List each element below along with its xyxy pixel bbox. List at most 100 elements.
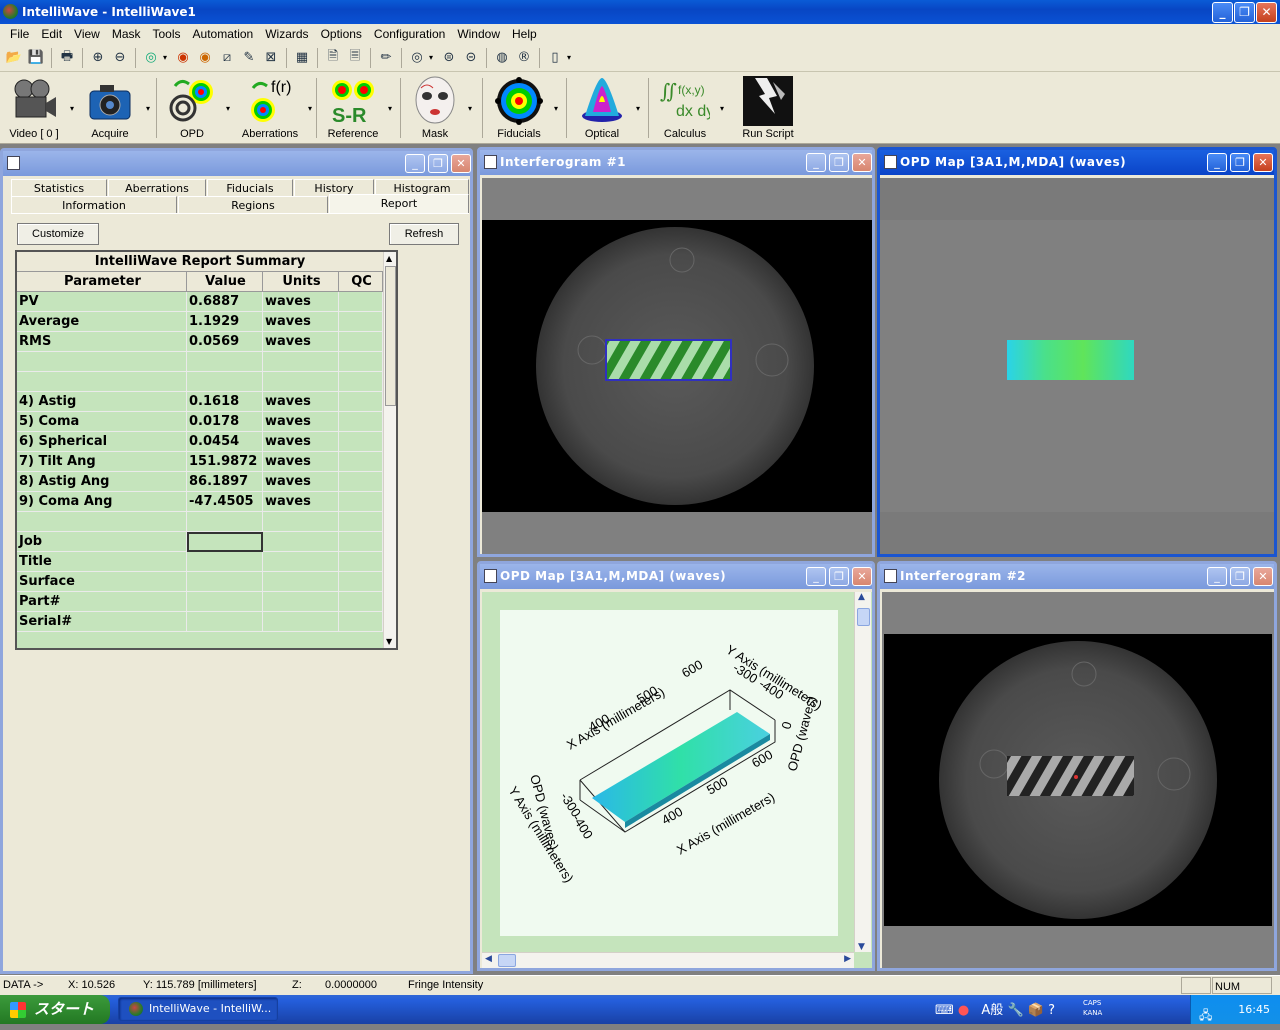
cell-qc[interactable] [339, 332, 383, 352]
cell-parameter[interactable]: 7) Tilt Ang [17, 452, 187, 472]
cell-parameter[interactable]: 9) Coma Ang [17, 492, 187, 512]
cell-units[interactable] [263, 592, 339, 612]
cell-qc[interactable] [339, 432, 383, 452]
interferogram2-maximize-button[interactable]: ❐ [1230, 567, 1250, 586]
cell-qc[interactable] [339, 312, 383, 332]
network-icon[interactable]: 🖧 [1199, 1001, 1212, 1030]
lens-icon[interactable]: ⊜ [439, 48, 459, 68]
target-icon[interactable]: ◎ [141, 48, 161, 68]
cell-qc[interactable] [339, 552, 383, 572]
document-icon[interactable]: 🗎 [323, 48, 343, 68]
menu-configuration[interactable]: Configuration [368, 27, 451, 41]
interferogram1-view[interactable] [482, 178, 872, 554]
menu-options[interactable]: Options [315, 27, 368, 41]
cell-value[interactable] [187, 532, 263, 552]
crop-icon[interactable]: ⧄ [217, 48, 237, 68]
cell-qc[interactable] [339, 412, 383, 432]
opd-map-3d-view[interactable]: X Axis (millimeters) 400 500 600 X Axis … [482, 592, 872, 968]
opd-map-3d-close-button[interactable]: ✕ [852, 567, 872, 586]
cell-parameter[interactable]: Serial# [17, 612, 187, 632]
scroll-up-icon[interactable]: ▲ [386, 254, 392, 263]
scroll-up-icon[interactable]: ▲ [858, 592, 865, 602]
cell-qc[interactable] [339, 372, 383, 392]
cell-parameter[interactable]: PV [17, 292, 187, 312]
table-row[interactable] [17, 352, 383, 372]
opd-map-3d-window[interactable]: OPD Map [3A1,M,MDA] (waves) _ ❐ ✕ X Axis… [477, 561, 875, 971]
table-row[interactable]: Serial# [17, 612, 383, 632]
report-icon[interactable]: 🗏 [345, 48, 365, 68]
tab-aberrations[interactable]: Aberrations [108, 179, 206, 196]
report-scrollbar[interactable]: ▲ ▼ [383, 252, 396, 648]
cell-qc[interactable] [339, 452, 383, 472]
cell-parameter[interactable]: 8) Astig Ang [17, 472, 187, 492]
lens-alt-icon[interactable]: ⊝ [461, 48, 481, 68]
cell-parameter[interactable] [17, 352, 187, 372]
color-wheel-icon[interactable]: ◍ [492, 48, 512, 68]
cell-units[interactable]: waves [263, 312, 339, 332]
cell-units[interactable] [263, 352, 339, 372]
scroll-h-thumb[interactable] [498, 954, 516, 967]
report-table[interactable]: IntelliWave Report Summary Parameter Val… [15, 250, 398, 650]
app-icon[interactable] [3, 4, 18, 19]
cell-units[interactable]: waves [263, 412, 339, 432]
table-row[interactable]: 4) Astig 0.1618 waves [17, 392, 383, 412]
cell-value[interactable] [187, 352, 263, 372]
tab-statistics[interactable]: Statistics [11, 179, 107, 196]
menu-help[interactable]: Help [506, 27, 543, 41]
scroll-left-icon[interactable]: ◀ [485, 954, 492, 964]
table-row[interactable]: Part# [17, 592, 383, 612]
cell-units[interactable]: waves [263, 432, 339, 452]
scroll-thumb[interactable] [385, 266, 396, 406]
cell-parameter[interactable] [17, 512, 187, 532]
maximize-button[interactable]: ❐ [1234, 2, 1255, 23]
cell-parameter[interactable]: 6) Spherical [17, 432, 187, 452]
table-row[interactable]: RMS 0.0569 waves [17, 332, 383, 352]
interferogram1-close-button[interactable]: ✕ [852, 153, 872, 172]
opd-map-close-button[interactable]: ✕ [1253, 153, 1273, 172]
cell-parameter[interactable]: Average [17, 312, 187, 332]
cell-qc[interactable] [339, 592, 383, 612]
cell-units[interactable] [263, 552, 339, 572]
print-icon[interactable]: 🖶 [57, 48, 77, 68]
cell-value[interactable]: 0.0178 [187, 412, 263, 432]
interferogram2-view[interactable] [882, 592, 1274, 968]
cell-units[interactable]: waves [263, 452, 339, 472]
ime-help-icon[interactable]: ? [1048, 1003, 1055, 1018]
table-row[interactable]: 6) Spherical 0.0454 waves [17, 432, 383, 452]
calculus-button[interactable]: ∬f(x,y)dx dy Calculus ▾ [658, 76, 724, 142]
acquire-button[interactable]: Acquire ▾ [82, 76, 150, 142]
clock[interactable]: 16:45 [1238, 1003, 1270, 1016]
cell-value[interactable]: 1.1929 [187, 312, 263, 332]
tab-regions[interactable]: Regions [178, 196, 328, 213]
scroll-down-icon[interactable]: ▼ [858, 942, 865, 952]
taskbar-app-intelliwave[interactable]: IntelliWave - IntelliW... [118, 997, 278, 1021]
table-row[interactable] [17, 372, 383, 392]
open-icon[interactable]: 📂 [4, 48, 24, 68]
pencil-icon[interactable]: ✏ [376, 48, 396, 68]
opd-map-maximize-button[interactable]: ❐ [1230, 153, 1250, 172]
report-close-button[interactable]: ✕ [451, 154, 471, 173]
cell-qc[interactable] [339, 572, 383, 592]
table-row[interactable]: 9) Coma Ang -47.4505 waves [17, 492, 383, 512]
report-minimize-button[interactable]: _ [405, 154, 425, 173]
optical-button[interactable]: Optical ▾ [576, 76, 640, 142]
cell-qc[interactable] [339, 492, 383, 512]
customize-button[interactable]: Customize [17, 223, 99, 245]
menu-file[interactable]: File [4, 27, 35, 41]
opd-map-view[interactable] [880, 178, 1274, 554]
tab-report[interactable]: Report [329, 194, 469, 214]
table-row[interactable] [17, 512, 383, 532]
cell-units[interactable] [263, 532, 339, 552]
cell-parameter[interactable]: RMS [17, 332, 187, 352]
cell-qc[interactable] [339, 472, 383, 492]
report-window-titlebar[interactable] [3, 151, 470, 176]
menu-mask[interactable]: Mask [106, 27, 147, 41]
grid-icon[interactable]: ▦ [292, 48, 312, 68]
close-button[interactable]: ✕ [1256, 2, 1277, 23]
menu-view[interactable]: View [68, 27, 106, 41]
menu-automation[interactable]: Automation [187, 27, 260, 41]
cell-value[interactable]: 86.1897 [187, 472, 263, 492]
cell-value[interactable] [187, 612, 263, 632]
ime-pad-icon[interactable]: 📦 [1028, 1003, 1044, 1018]
cell-units[interactable]: waves [263, 472, 339, 492]
